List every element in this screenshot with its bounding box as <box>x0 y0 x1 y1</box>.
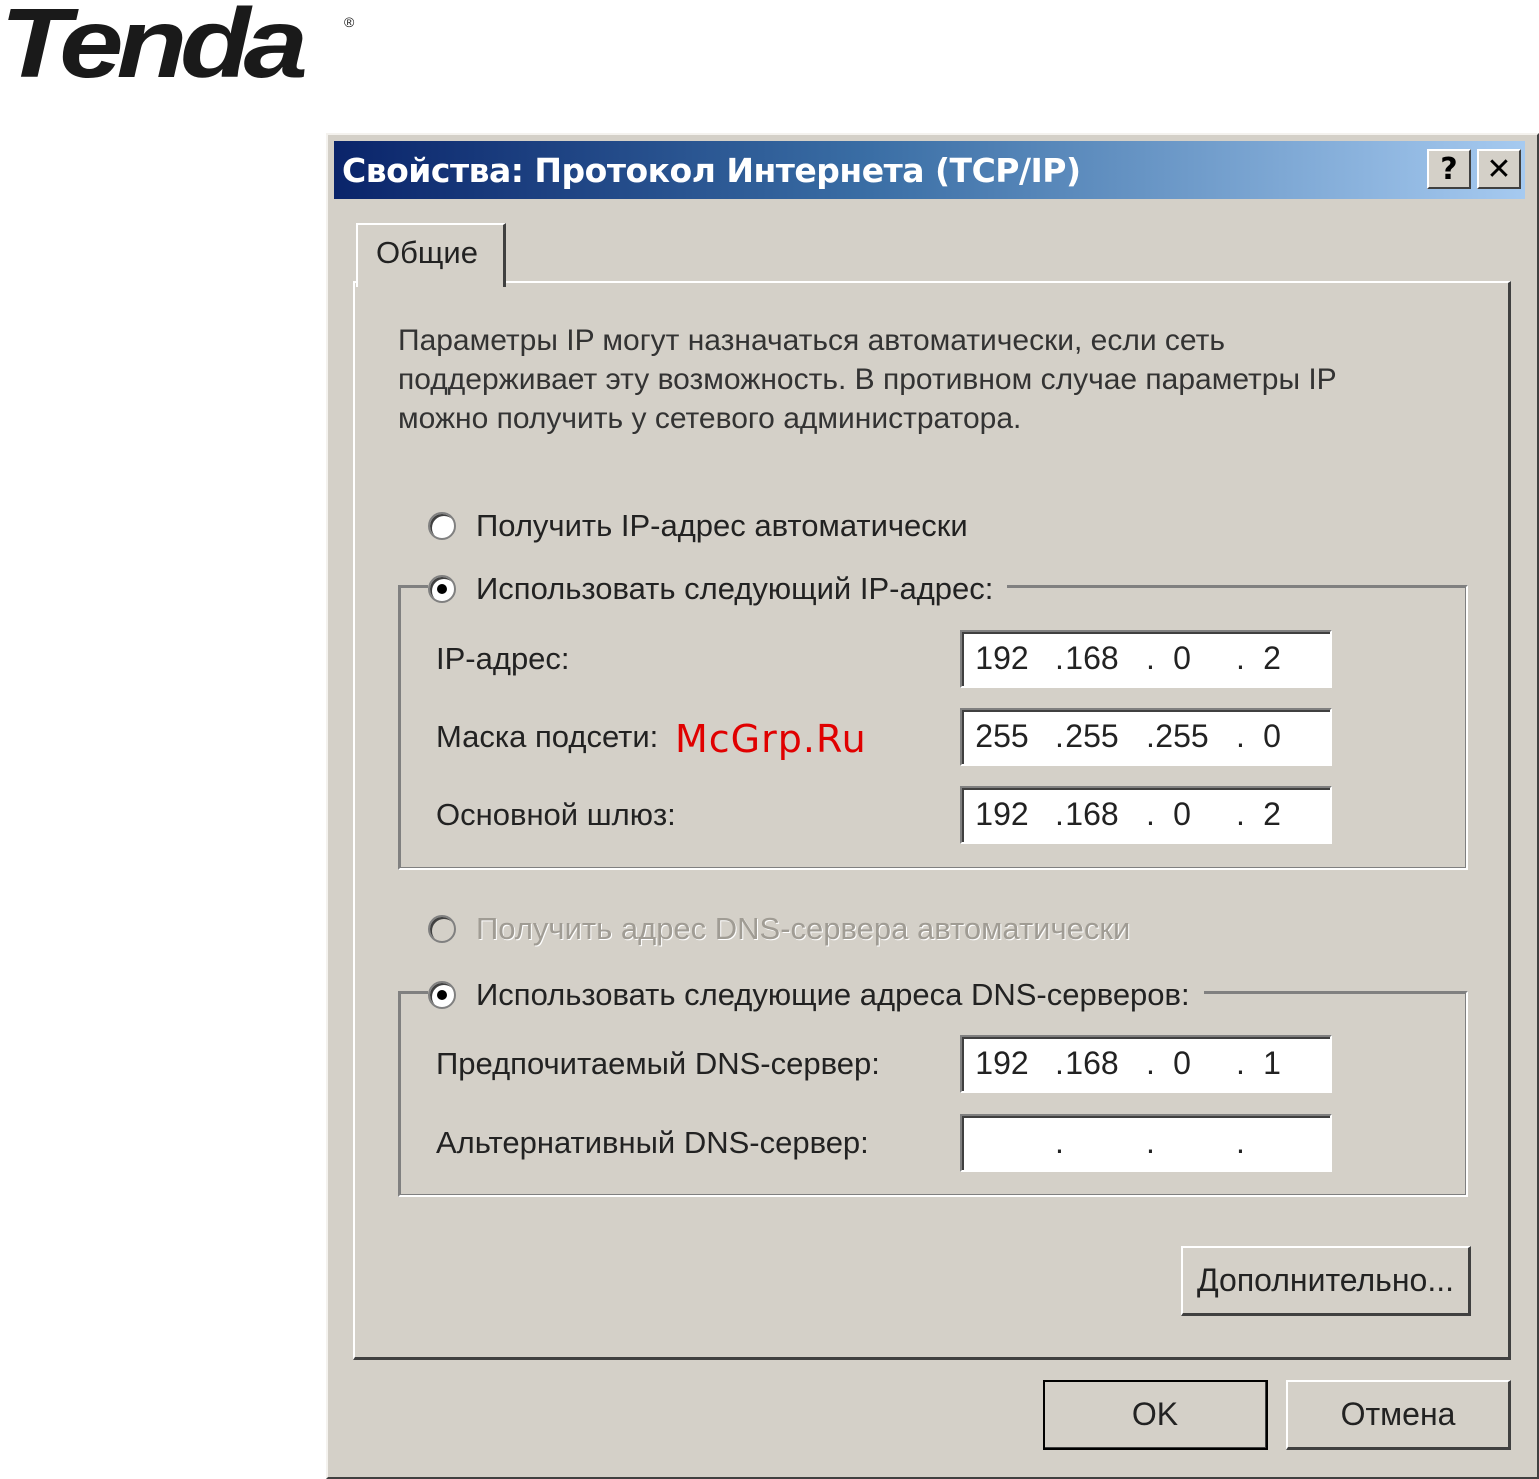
tab-general[interactable]: Общие <box>356 223 506 287</box>
subnet-mask-label: Маска подсети: <box>436 719 659 754</box>
ip-manual-label: Использовать следующий IP-адрес: <box>476 571 994 606</box>
ip-octet-1[interactable]: 192 <box>967 640 1037 677</box>
ip-manual-option[interactable]: Использовать следующий IP-адрес: <box>428 571 1008 607</box>
gateway-octet-3[interactable]: 0 <box>1147 796 1217 833</box>
cancel-button[interactable]: Отмена <box>1286 1380 1511 1450</box>
subnet-octet-4[interactable]: 0 <box>1237 718 1307 755</box>
registered-mark: ® <box>344 14 355 30</box>
preferred-dns-octet-1[interactable]: 192 <box>967 1045 1037 1082</box>
subnet-octet-2[interactable]: 255 <box>1057 718 1127 755</box>
ip-manual-radio[interactable] <box>428 575 456 603</box>
preferred-dns-octet-3[interactable]: 0 <box>1147 1045 1217 1082</box>
ok-button[interactable]: OK <box>1043 1380 1268 1450</box>
preferred-dns-octet-2[interactable]: 168 <box>1057 1045 1127 1082</box>
dns-manual-radio[interactable] <box>428 981 456 1009</box>
watermark: McGrp.Ru <box>675 717 867 761</box>
dns-manual-label: Использовать следующие адреса DNS-сервер… <box>476 977 1190 1012</box>
gateway-field[interactable]: 192 . 168 . 0 . 2 <box>960 786 1332 844</box>
subnet-octet-3[interactable]: 255 <box>1147 718 1217 755</box>
help-button[interactable]: ? <box>1427 149 1471 189</box>
logo-wordmark: Tenda <box>0 0 308 98</box>
alternate-dns-label: Альтернативный DNS-сервер: <box>436 1125 869 1160</box>
tab-general-label: Общие <box>376 235 478 270</box>
dns-auto-label: Получить адрес DNS-сервера автоматически <box>476 911 1131 946</box>
ip-auto-label: Получить IP-адрес автоматически <box>476 508 968 543</box>
close-button[interactable]: ✕ <box>1477 149 1521 189</box>
dns-auto-option: Получить адрес DNS-сервера автоматически <box>428 911 1145 947</box>
subnet-octet-1[interactable]: 255 <box>967 718 1037 755</box>
gateway-octet-4[interactable]: 2 <box>1237 796 1307 833</box>
preferred-dns-octet-4[interactable]: 1 <box>1237 1045 1307 1082</box>
ip-octet-4[interactable]: 2 <box>1237 640 1307 677</box>
dns-auto-radio <box>428 915 456 943</box>
ip-octet-3[interactable]: 0 <box>1147 640 1217 677</box>
ip-address-label: IP-адрес: <box>436 641 570 676</box>
preferred-dns-label: Предпочитаемый DNS-сервер: <box>436 1046 880 1081</box>
tenda-logo: Tenda ® <box>0 0 360 92</box>
title-bar[interactable]: Свойства: Протокол Интернета (TCP/IP) ? … <box>334 141 1525 199</box>
ip-octet-2[interactable]: 168 <box>1057 640 1127 677</box>
advanced-button[interactable]: Дополнительно... <box>1181 1246 1471 1316</box>
ip-auto-radio[interactable] <box>428 512 456 540</box>
tcpip-properties-dialog: Свойства: Протокол Интернета (TCP/IP) ? … <box>326 133 1539 1479</box>
description-text: Параметры IP могут назначаться автоматич… <box>398 324 1337 435</box>
alternate-dns-field[interactable]: . . . <box>960 1114 1332 1172</box>
dns-manual-option[interactable]: Использовать следующие адреса DNS-сервер… <box>428 977 1204 1013</box>
preferred-dns-field[interactable]: 192 . 168 . 0 . 1 <box>960 1035 1332 1093</box>
gateway-octet-2[interactable]: 168 <box>1057 796 1127 833</box>
dialog-title: Свойства: Протокол Интернета (TCP/IP) <box>342 151 1081 190</box>
subnet-mask-field[interactable]: 255 . 255 . 255 . 0 <box>960 708 1332 766</box>
gateway-octet-1[interactable]: 192 <box>967 796 1037 833</box>
gateway-label: Основной шлюз: <box>436 797 676 832</box>
ip-address-field[interactable]: 192 . 168 . 0 . 2 <box>960 630 1332 688</box>
ip-auto-option[interactable]: Получить IP-адрес автоматически <box>428 508 982 544</box>
